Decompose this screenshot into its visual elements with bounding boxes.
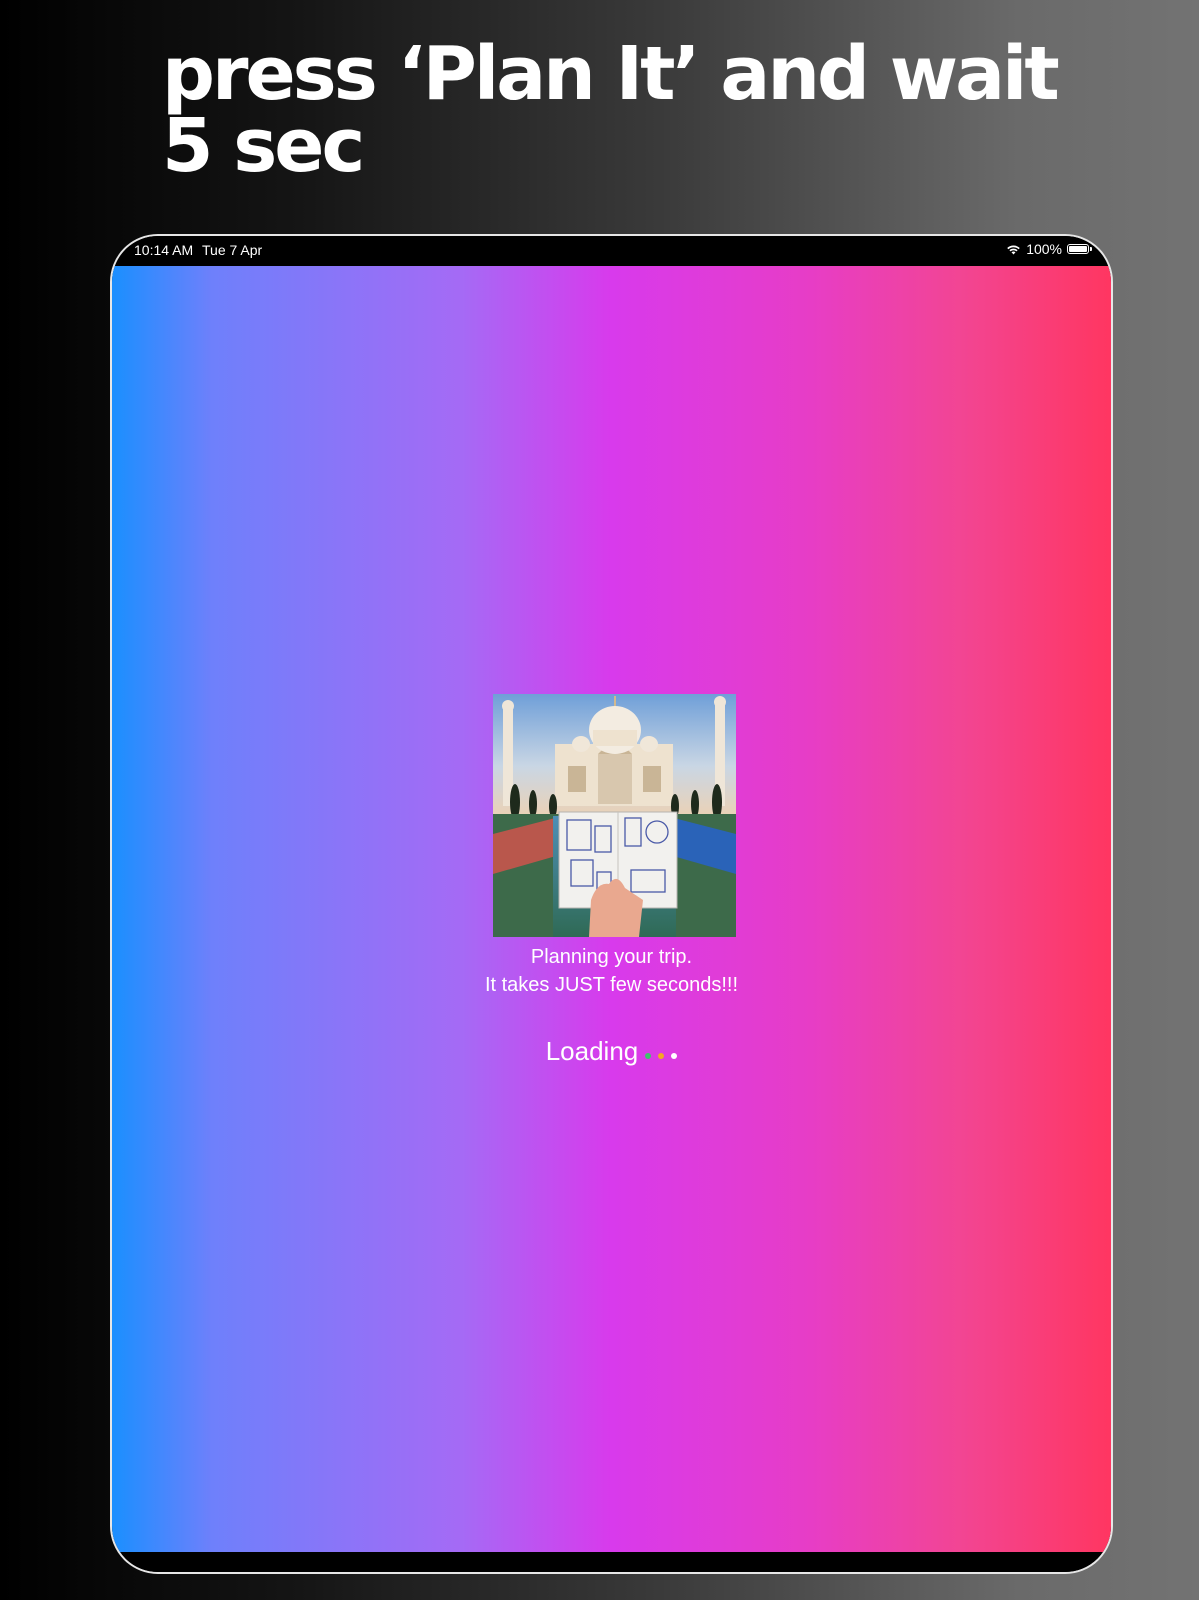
caption-line-1: Planning your trip. [530,946,693,968]
battery-fill [1069,246,1087,252]
status-right-group: 100% [1006,241,1092,257]
taj-mahal-passport-photo [493,694,736,937]
loading-indicator: Loading [112,1036,1111,1067]
loading-screen: Planning your trip. It takes JUST few se… [112,266,1111,1554]
tablet-frame: 10:14 AM Tue 7 Apr 100% Planning your tr… [110,234,1113,1574]
status-bar: 10:14 AM Tue 7 Apr 100% [112,236,1111,266]
battery-icon [1067,244,1092,254]
loading-label: Loading [545,1036,639,1066]
wifi-icon [1006,244,1021,255]
caption-line-2: It takes JUST few seconds!!! [484,974,739,996]
headline: press ‘Plan It’ and wait 5 sec [162,31,1060,189]
status-time: 10:14 AM [134,242,194,258]
loading-dot-3 [671,1053,678,1059]
battery-percent: 100% [1026,241,1062,257]
loading-dot-1 [645,1053,652,1059]
loading-dot-2 [658,1053,665,1059]
loading-dots [638,1036,678,1066]
bottom-bar [112,1552,1111,1572]
status-date: Tue 7 Apr [202,242,263,258]
